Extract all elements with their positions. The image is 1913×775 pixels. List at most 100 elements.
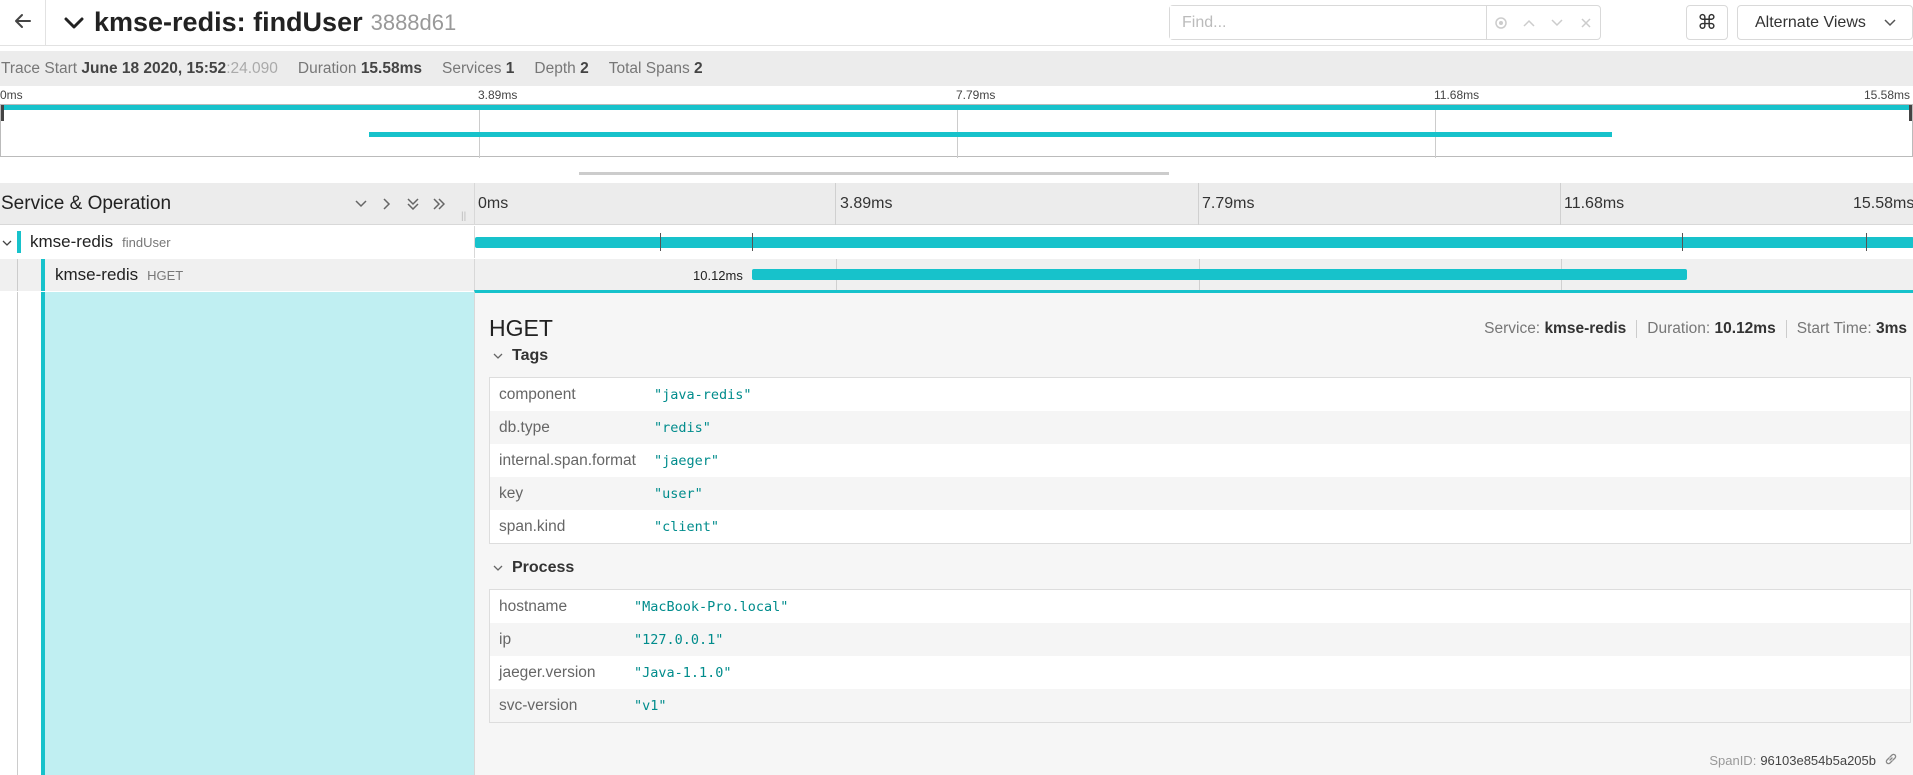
minimap-left-handle[interactable]	[1, 105, 4, 121]
find-input[interactable]	[1170, 6, 1487, 39]
process-value: "127.0.0.1"	[634, 631, 724, 648]
tag-key: db.type	[499, 418, 550, 436]
tags-section-toggle[interactable]: Tags	[493, 347, 548, 365]
process-table: hostname "MacBook-Pro.local" ip "127.0.0.1…	[489, 589, 1911, 723]
command-icon: ⌘	[1697, 12, 1717, 34]
expand-all-icon[interactable]	[430, 195, 448, 213]
trace-total-spans: Total Spans 2	[609, 60, 703, 78]
timeline-header: Service & Operation || 0ms 3.89ms 7.79ms…	[0, 183, 1913, 225]
trace-start-value: June 18 2020, 15:52	[81, 59, 227, 77]
keyboard-shortcuts-button[interactable]: ⌘	[1686, 5, 1728, 40]
minimap-scrollbar[interactable]	[579, 172, 1169, 175]
selected-span-fill	[45, 292, 474, 775]
service-color-stripe	[41, 259, 45, 291]
process-key: svc-version	[499, 696, 578, 714]
detail-service-value: kmse-redis	[1544, 320, 1627, 337]
process-row[interactable]: hostname "MacBook-Pro.local"	[490, 590, 1910, 623]
total-spans-value: 2	[694, 59, 703, 77]
minimap-ticks: 0ms 3.89ms 7.79ms 11.68ms 15.58ms	[0, 86, 1913, 104]
minimap-span-bar	[1, 105, 1912, 110]
alternate-views-dropdown[interactable]: Alternate Views	[1737, 5, 1913, 40]
trace-duration: Duration 15.58ms	[298, 60, 422, 78]
span-bar[interactable]	[475, 237, 1913, 248]
chevron-down-icon[interactable]	[2, 235, 12, 251]
span-name-cell[interactable]: kmse-redis findUser	[0, 226, 474, 258]
timeline-tick: 0ms	[478, 195, 509, 212]
detail-start-time-value: 3ms	[1875, 320, 1907, 337]
span-row-selected[interactable]: kmse-redis HGET 10.12ms	[0, 259, 1913, 291]
span-log-tick	[1682, 233, 1683, 251]
minimap-canvas[interactable]	[0, 104, 1913, 158]
detail-duration-value: 10.12ms	[1714, 320, 1776, 337]
back-button[interactable]	[0, 0, 46, 46]
alternate-views-label: Alternate Views	[1755, 13, 1866, 31]
detail-duration: Duration: 10.12ms	[1647, 320, 1775, 338]
span-bar[interactable]	[752, 269, 1687, 280]
tag-key: internal.span.format	[499, 451, 636, 469]
locate-icon[interactable]	[1487, 6, 1515, 39]
services-label: Services	[442, 59, 502, 77]
tag-key: key	[499, 484, 524, 502]
tree-guide-line	[17, 292, 18, 775]
next-match-icon[interactable]	[1543, 6, 1571, 39]
span-row[interactable]: kmse-redis findUser	[0, 226, 1913, 258]
detail-duration-label: Duration:	[1647, 320, 1711, 337]
process-row[interactable]: ip "127.0.0.1"	[490, 623, 1910, 656]
detail-gutter	[0, 292, 474, 775]
span-detail-title: HGET	[489, 315, 553, 341]
timeline-tick: 15.58ms	[1853, 195, 1913, 212]
service-color-stripe	[17, 231, 21, 253]
process-section-toggle[interactable]: Process	[493, 559, 574, 577]
find-box	[1169, 5, 1601, 40]
detail-service-label: Service:	[1484, 320, 1541, 337]
span-name-cell[interactable]: kmse-redis HGET	[0, 259, 474, 291]
tag-row[interactable]: span.kind "client"	[490, 510, 1910, 543]
process-row[interactable]: jaeger.version "Java-1.1.0"	[490, 656, 1910, 689]
trace-title-toggle[interactable]: kmse-redis: findUser 3888d61	[46, 0, 456, 46]
process-row[interactable]: svc-version "v1"	[490, 689, 1910, 722]
trace-minimap[interactable]: 0ms 3.89ms 7.79ms 11.68ms 15.58ms	[0, 86, 1913, 175]
prev-match-icon[interactable]	[1515, 6, 1543, 39]
duration-label: Duration	[297, 59, 357, 77]
tag-value: "redis"	[654, 419, 711, 436]
trace-depth: Depth 2	[534, 60, 588, 78]
tag-row[interactable]: db.type "redis"	[490, 411, 1910, 444]
span-detail-meta: Service: kmse-redis Duration: 10.12ms St…	[1484, 320, 1907, 338]
process-value: "MacBook-Pro.local"	[634, 598, 789, 615]
arrow-left-icon	[13, 11, 33, 34]
span-operation-name: HGET	[147, 267, 184, 283]
total-spans-label: Total Spans	[608, 59, 690, 77]
chevron-down-icon	[64, 16, 84, 30]
trace-id: 3888d61	[370, 9, 457, 35]
minimap-right-handle[interactable]	[1909, 105, 1912, 121]
expand-one-icon[interactable]	[378, 195, 396, 213]
tag-row[interactable]: key "user"	[490, 477, 1910, 510]
tag-row[interactable]: internal.span.format "jaeger"	[490, 444, 1910, 477]
trace-services: Services 1	[442, 60, 514, 78]
service-operation-header: Service & Operation	[1, 193, 172, 214]
collapse-one-icon[interactable]	[352, 195, 370, 213]
timeline-gridline	[1198, 183, 1199, 225]
meta-divider	[1636, 320, 1638, 338]
trace-start: Trace Start June 18 2020, 15:52:24.090	[1, 60, 278, 78]
minimap-tick: 7.79ms	[956, 88, 996, 102]
timeline-tick: 11.68ms	[1564, 195, 1625, 212]
meta-divider	[1785, 320, 1787, 338]
span-service-name: kmse-redis	[55, 265, 139, 284]
column-resize-grip[interactable]: ||	[461, 211, 466, 222]
detail-start-time: Start Time: 3ms	[1797, 320, 1907, 338]
minimap-span-bar	[369, 132, 1612, 137]
trace-start-ms: :24.090	[226, 59, 278, 77]
link-icon[interactable]	[1884, 752, 1898, 769]
minimap-tick: 0ms	[0, 88, 23, 102]
tag-row[interactable]: component "java-redis"	[490, 378, 1910, 411]
span-bar-cell[interactable]: 10.12ms	[474, 259, 1913, 291]
column-divider[interactable]	[474, 183, 475, 225]
collapse-all-icon[interactable]	[404, 195, 422, 213]
span-log-tick	[752, 233, 753, 251]
clear-find-icon[interactable]	[1572, 6, 1600, 39]
span-id: SpanID: 96103e854b5a205b	[1709, 752, 1898, 769]
span-id-label: SpanID:	[1709, 753, 1757, 768]
span-bar-cell[interactable]	[474, 226, 1913, 258]
span-log-tick	[1866, 233, 1867, 251]
